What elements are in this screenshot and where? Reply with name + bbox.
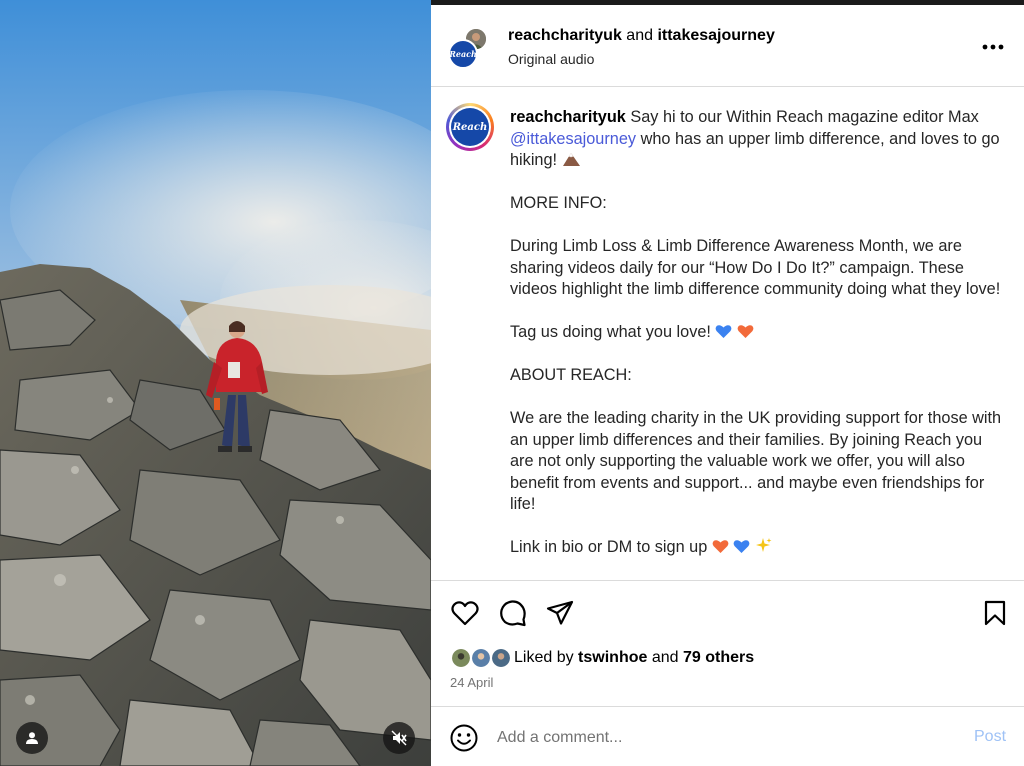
more-info-heading: MORE INFO: — [510, 194, 607, 212]
likes-summary: Liked by tswinhoe and 79 others — [450, 647, 754, 669]
collaborator-username[interactable]: ittakesajourney — [657, 27, 774, 44]
share-icon — [546, 600, 574, 625]
caption-intro: Say hi to our Within Reach magazine edit… — [630, 108, 979, 126]
likes-text: Liked by tswinhoe and 79 others — [514, 649, 754, 667]
post-authors: reachcharityuk and ittakesajourney — [508, 27, 775, 45]
mountain-emoji-icon — [562, 153, 580, 166]
about-body: We are the leading charity in the UK pro… — [510, 409, 1002, 513]
comment-input[interactable] — [497, 723, 957, 753]
sparkles-icon — [755, 538, 772, 552]
more-options-button[interactable] — [976, 35, 1010, 59]
post-actions: Liked by tswinhoe and 79 others 24 April — [431, 580, 1024, 706]
orange-heart-icon — [712, 540, 729, 553]
reach-logo-avatar: Reach — [451, 108, 489, 146]
orange-heart-icon — [737, 325, 754, 338]
save-button[interactable] — [979, 597, 1011, 629]
mute-icon — [391, 730, 407, 746]
share-button[interactable] — [544, 597, 576, 629]
more-info-body: During Limb Loss & Limb Difference Aware… — [510, 237, 1001, 298]
caption-scroll-area[interactable]: Reach reachcharityuk Say hi to our Withi… — [431, 87, 1024, 580]
post-caption: reachcharityuk Say hi to our Within Reac… — [510, 107, 1006, 559]
comment-composer: Post — [431, 706, 1024, 766]
user-tag-icon — [26, 732, 38, 744]
hiking-video-frame — [0, 0, 431, 766]
bookmark-icon — [984, 600, 1006, 626]
liker-avatars[interactable] — [450, 647, 516, 669]
comment-icon — [500, 600, 526, 627]
signup-line: Link in bio or DM to sign up — [510, 538, 708, 556]
post-video[interactable] — [0, 0, 431, 766]
mute-toggle-button[interactable] — [383, 722, 415, 754]
caption-username[interactable]: reachcharityuk — [510, 108, 626, 126]
authors-connector: and — [626, 27, 653, 44]
likes-others-link[interactable]: 79 others — [683, 649, 754, 666]
tag-line: Tag us doing what you love! — [510, 323, 711, 341]
heart-icon — [451, 601, 479, 626]
audio-link[interactable]: Original audio — [508, 51, 594, 67]
collab-avatars[interactable]: Reach — [448, 27, 488, 69]
like-button[interactable] — [449, 597, 481, 629]
post-details-panel: Reach reachcharityuk and ittakesajourney… — [431, 0, 1024, 766]
about-heading: ABOUT REACH: — [510, 366, 632, 384]
post-comment-button[interactable]: Post — [974, 728, 1006, 746]
likes-connector: and — [651, 649, 679, 666]
blue-heart-icon — [716, 325, 732, 338]
post-header: Reach reachcharityuk and ittakesajourney… — [431, 5, 1024, 87]
author-username[interactable]: reachcharityuk — [508, 27, 622, 44]
more-options-icon — [982, 44, 1004, 50]
blue-heart-icon — [733, 540, 750, 553]
caption-mention-link[interactable]: @ittakesajourney — [510, 130, 636, 148]
author-avatar[interactable]: Reach — [448, 39, 478, 69]
emoji-icon[interactable] — [449, 723, 479, 753]
post-date[interactable]: 24 April — [450, 675, 493, 690]
user-tag-button[interactable] — [16, 722, 48, 754]
comment-button[interactable] — [497, 597, 529, 629]
likes-prefix: Liked by — [514, 649, 574, 666]
liked-by-user-link[interactable]: tswinhoe — [578, 649, 647, 666]
caption-author-avatar[interactable]: Reach — [446, 103, 494, 151]
